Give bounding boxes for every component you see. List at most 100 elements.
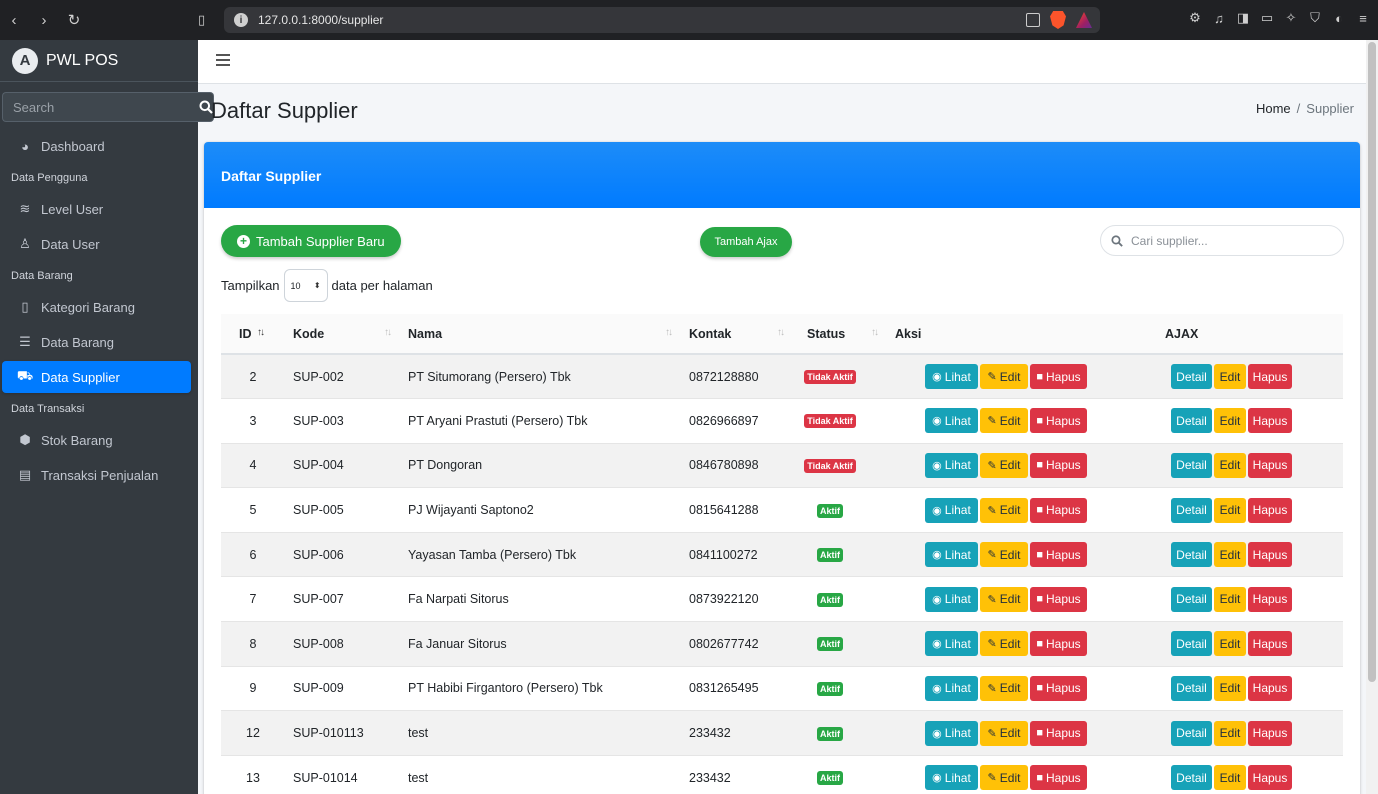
reload-icon[interactable]: ↻	[62, 8, 86, 32]
ajax-detail-button[interactable]: Detail	[1171, 720, 1212, 746]
column-header-id[interactable]: ID ↑↓	[221, 314, 285, 355]
extensions-icon[interactable]: ⚙	[1188, 10, 1202, 26]
ajax-detail-button[interactable]: Detail	[1171, 586, 1212, 612]
edit-button[interactable]: ✎ Edit	[980, 497, 1028, 523]
site-info-icon[interactable]: i	[234, 13, 248, 27]
menu-icon[interactable]: ≡	[1356, 10, 1370, 26]
ajax-detail-button[interactable]: Detail	[1171, 364, 1212, 390]
edit-button[interactable]: ✎ Edit	[980, 720, 1028, 746]
ajax-delete-button[interactable]: Hapus	[1248, 408, 1292, 434]
ajax-edit-button[interactable]: Edit	[1214, 586, 1246, 612]
sidebar-item-data-supplier[interactable]: ⛟ Data Supplier	[2, 361, 191, 393]
delete-button[interactable]: ■ Hapus	[1030, 765, 1087, 791]
ajax-delete-button[interactable]: Hapus	[1248, 497, 1292, 523]
sidebar-search-input[interactable]	[2, 92, 199, 122]
address-bar[interactable]: i 127.0.0.1:8000/supplier	[224, 7, 1100, 33]
url-text[interactable]: 127.0.0.1:8000/supplier	[258, 13, 383, 27]
delete-button[interactable]: ■ Hapus	[1030, 720, 1087, 746]
ajax-delete-button[interactable]: Hapus	[1248, 765, 1292, 791]
column-header-status[interactable]: Status ↑↓	[793, 314, 887, 355]
sidebar-item-level-user[interactable]: ≋ Level User	[2, 193, 191, 225]
delete-button[interactable]: ■ Hapus	[1030, 497, 1087, 523]
ajax-delete-button[interactable]: Hapus	[1248, 631, 1292, 657]
ajax-detail-button[interactable]: Detail	[1171, 631, 1212, 657]
ajax-delete-button[interactable]: Hapus	[1248, 675, 1292, 701]
ajax-edit-button[interactable]: Edit	[1214, 497, 1246, 523]
edit-button[interactable]: ✎ Edit	[980, 631, 1028, 657]
column-header-kode[interactable]: Kode ↑↓	[285, 314, 400, 355]
edit-button[interactable]: ✎ Edit	[980, 452, 1028, 478]
ajax-detail-button[interactable]: Detail	[1171, 408, 1212, 434]
column-header-kontak[interactable]: Kontak ↑↓	[681, 314, 793, 355]
ajax-edit-button[interactable]: Edit	[1214, 765, 1246, 791]
delete-button[interactable]: ■ Hapus	[1030, 452, 1087, 478]
ajax-edit-button[interactable]: Edit	[1214, 675, 1246, 701]
edit-button[interactable]: ✎ Edit	[980, 364, 1028, 390]
add-ajax-button[interactable]: Tambah Ajax	[700, 227, 792, 257]
sidebar-item-data-user[interactable]: ♙ Data User	[2, 228, 191, 260]
supplier-search-input[interactable]	[1131, 233, 1331, 248]
edit-button[interactable]: ✎ Edit	[980, 765, 1028, 791]
page-length-select[interactable]: 10 ⬍	[283, 269, 328, 302]
wallet-icon[interactable]: ▭	[1260, 10, 1274, 26]
scrollbar-thumb[interactable]	[1368, 42, 1376, 682]
ajax-detail-button[interactable]: Detail	[1171, 497, 1212, 523]
bookmark-page-icon[interactable]: ▯	[198, 12, 214, 28]
sidebar-item-stok-barang[interactable]: ⬢ Stok Barang	[2, 424, 191, 456]
back-icon[interactable]: ‹	[2, 8, 26, 32]
ajax-detail-button[interactable]: Detail	[1171, 542, 1212, 568]
page-scrollbar[interactable]	[1366, 40, 1378, 794]
ajax-edit-button[interactable]: Edit	[1214, 631, 1246, 657]
delete-button[interactable]: ■ Hapus	[1030, 408, 1087, 434]
brave-rewards-icon[interactable]	[1076, 12, 1092, 28]
ajax-detail-button[interactable]: Detail	[1171, 675, 1212, 701]
brave-shields-icon[interactable]	[1050, 11, 1066, 29]
sidebar-toggle-button[interactable]	[216, 54, 230, 66]
ajax-delete-button[interactable]: Hapus	[1248, 586, 1292, 612]
edit-button[interactable]: ✎ Edit	[980, 542, 1028, 568]
delete-button[interactable]: ■ Hapus	[1030, 542, 1087, 568]
add-supplier-button[interactable]: + Tambah Supplier Baru	[221, 225, 401, 257]
ajax-edit-button[interactable]: Edit	[1214, 452, 1246, 478]
sidebar-item-data-barang[interactable]: ☰ Data Barang	[2, 326, 191, 358]
column-header-nama[interactable]: Nama ↑↓	[400, 314, 681, 355]
delete-button[interactable]: ■ Hapus	[1030, 364, 1087, 390]
view-button[interactable]: ◉ Lihat	[925, 631, 978, 657]
brand-link[interactable]: A PWL POS	[0, 40, 198, 82]
ajax-edit-button[interactable]: Edit	[1214, 720, 1246, 746]
share-icon[interactable]	[1026, 13, 1040, 27]
edit-button[interactable]: ✎ Edit	[980, 675, 1028, 701]
delete-button[interactable]: ■ Hapus	[1030, 631, 1087, 657]
view-button[interactable]: ◉ Lihat	[925, 586, 978, 612]
sidebar-item-transaksi-penjualan[interactable]: ▤ Transaksi Penjualan	[2, 459, 191, 491]
vpn-icon[interactable]: ⛉	[1308, 10, 1322, 26]
sidebar-item-dashboard[interactable]: ◕ Dashboard	[2, 130, 191, 162]
view-button[interactable]: ◉ Lihat	[925, 497, 978, 523]
view-button[interactable]: ◉ Lihat	[925, 408, 978, 434]
view-button[interactable]: ◉ Lihat	[925, 765, 978, 791]
edit-button[interactable]: ✎ Edit	[980, 586, 1028, 612]
view-button[interactable]: ◉ Lihat	[925, 452, 978, 478]
media-icon[interactable]: ♫	[1212, 10, 1226, 26]
delete-button[interactable]: ■ Hapus	[1030, 675, 1087, 701]
delete-button[interactable]: ■ Hapus	[1030, 586, 1087, 612]
ajax-delete-button[interactable]: Hapus	[1248, 542, 1292, 568]
view-button[interactable]: ◉ Lihat	[925, 364, 978, 390]
ajax-delete-button[interactable]: Hapus	[1248, 720, 1292, 746]
leo-icon[interactable]: ✧	[1284, 10, 1298, 26]
breadcrumb-home[interactable]: Home	[1256, 101, 1291, 116]
sidebar-toggle-icon[interactable]: ◨	[1236, 10, 1250, 26]
ajax-edit-button[interactable]: Edit	[1214, 542, 1246, 568]
ajax-edit-button[interactable]: Edit	[1214, 408, 1246, 434]
sidebar-item-kategori-barang[interactable]: ▯ Kategori Barang	[2, 291, 191, 323]
ajax-delete-button[interactable]: Hapus	[1248, 452, 1292, 478]
ajax-detail-button[interactable]: Detail	[1171, 765, 1212, 791]
theme-icon[interactable]: ◐	[1332, 10, 1346, 26]
ajax-edit-button[interactable]: Edit	[1214, 364, 1246, 390]
ajax-delete-button[interactable]: Hapus	[1248, 364, 1292, 390]
view-button[interactable]: ◉ Lihat	[925, 542, 978, 568]
ajax-detail-button[interactable]: Detail	[1171, 452, 1212, 478]
edit-button[interactable]: ✎ Edit	[980, 408, 1028, 434]
view-button[interactable]: ◉ Lihat	[925, 720, 978, 746]
forward-icon[interactable]: ›	[32, 8, 56, 32]
